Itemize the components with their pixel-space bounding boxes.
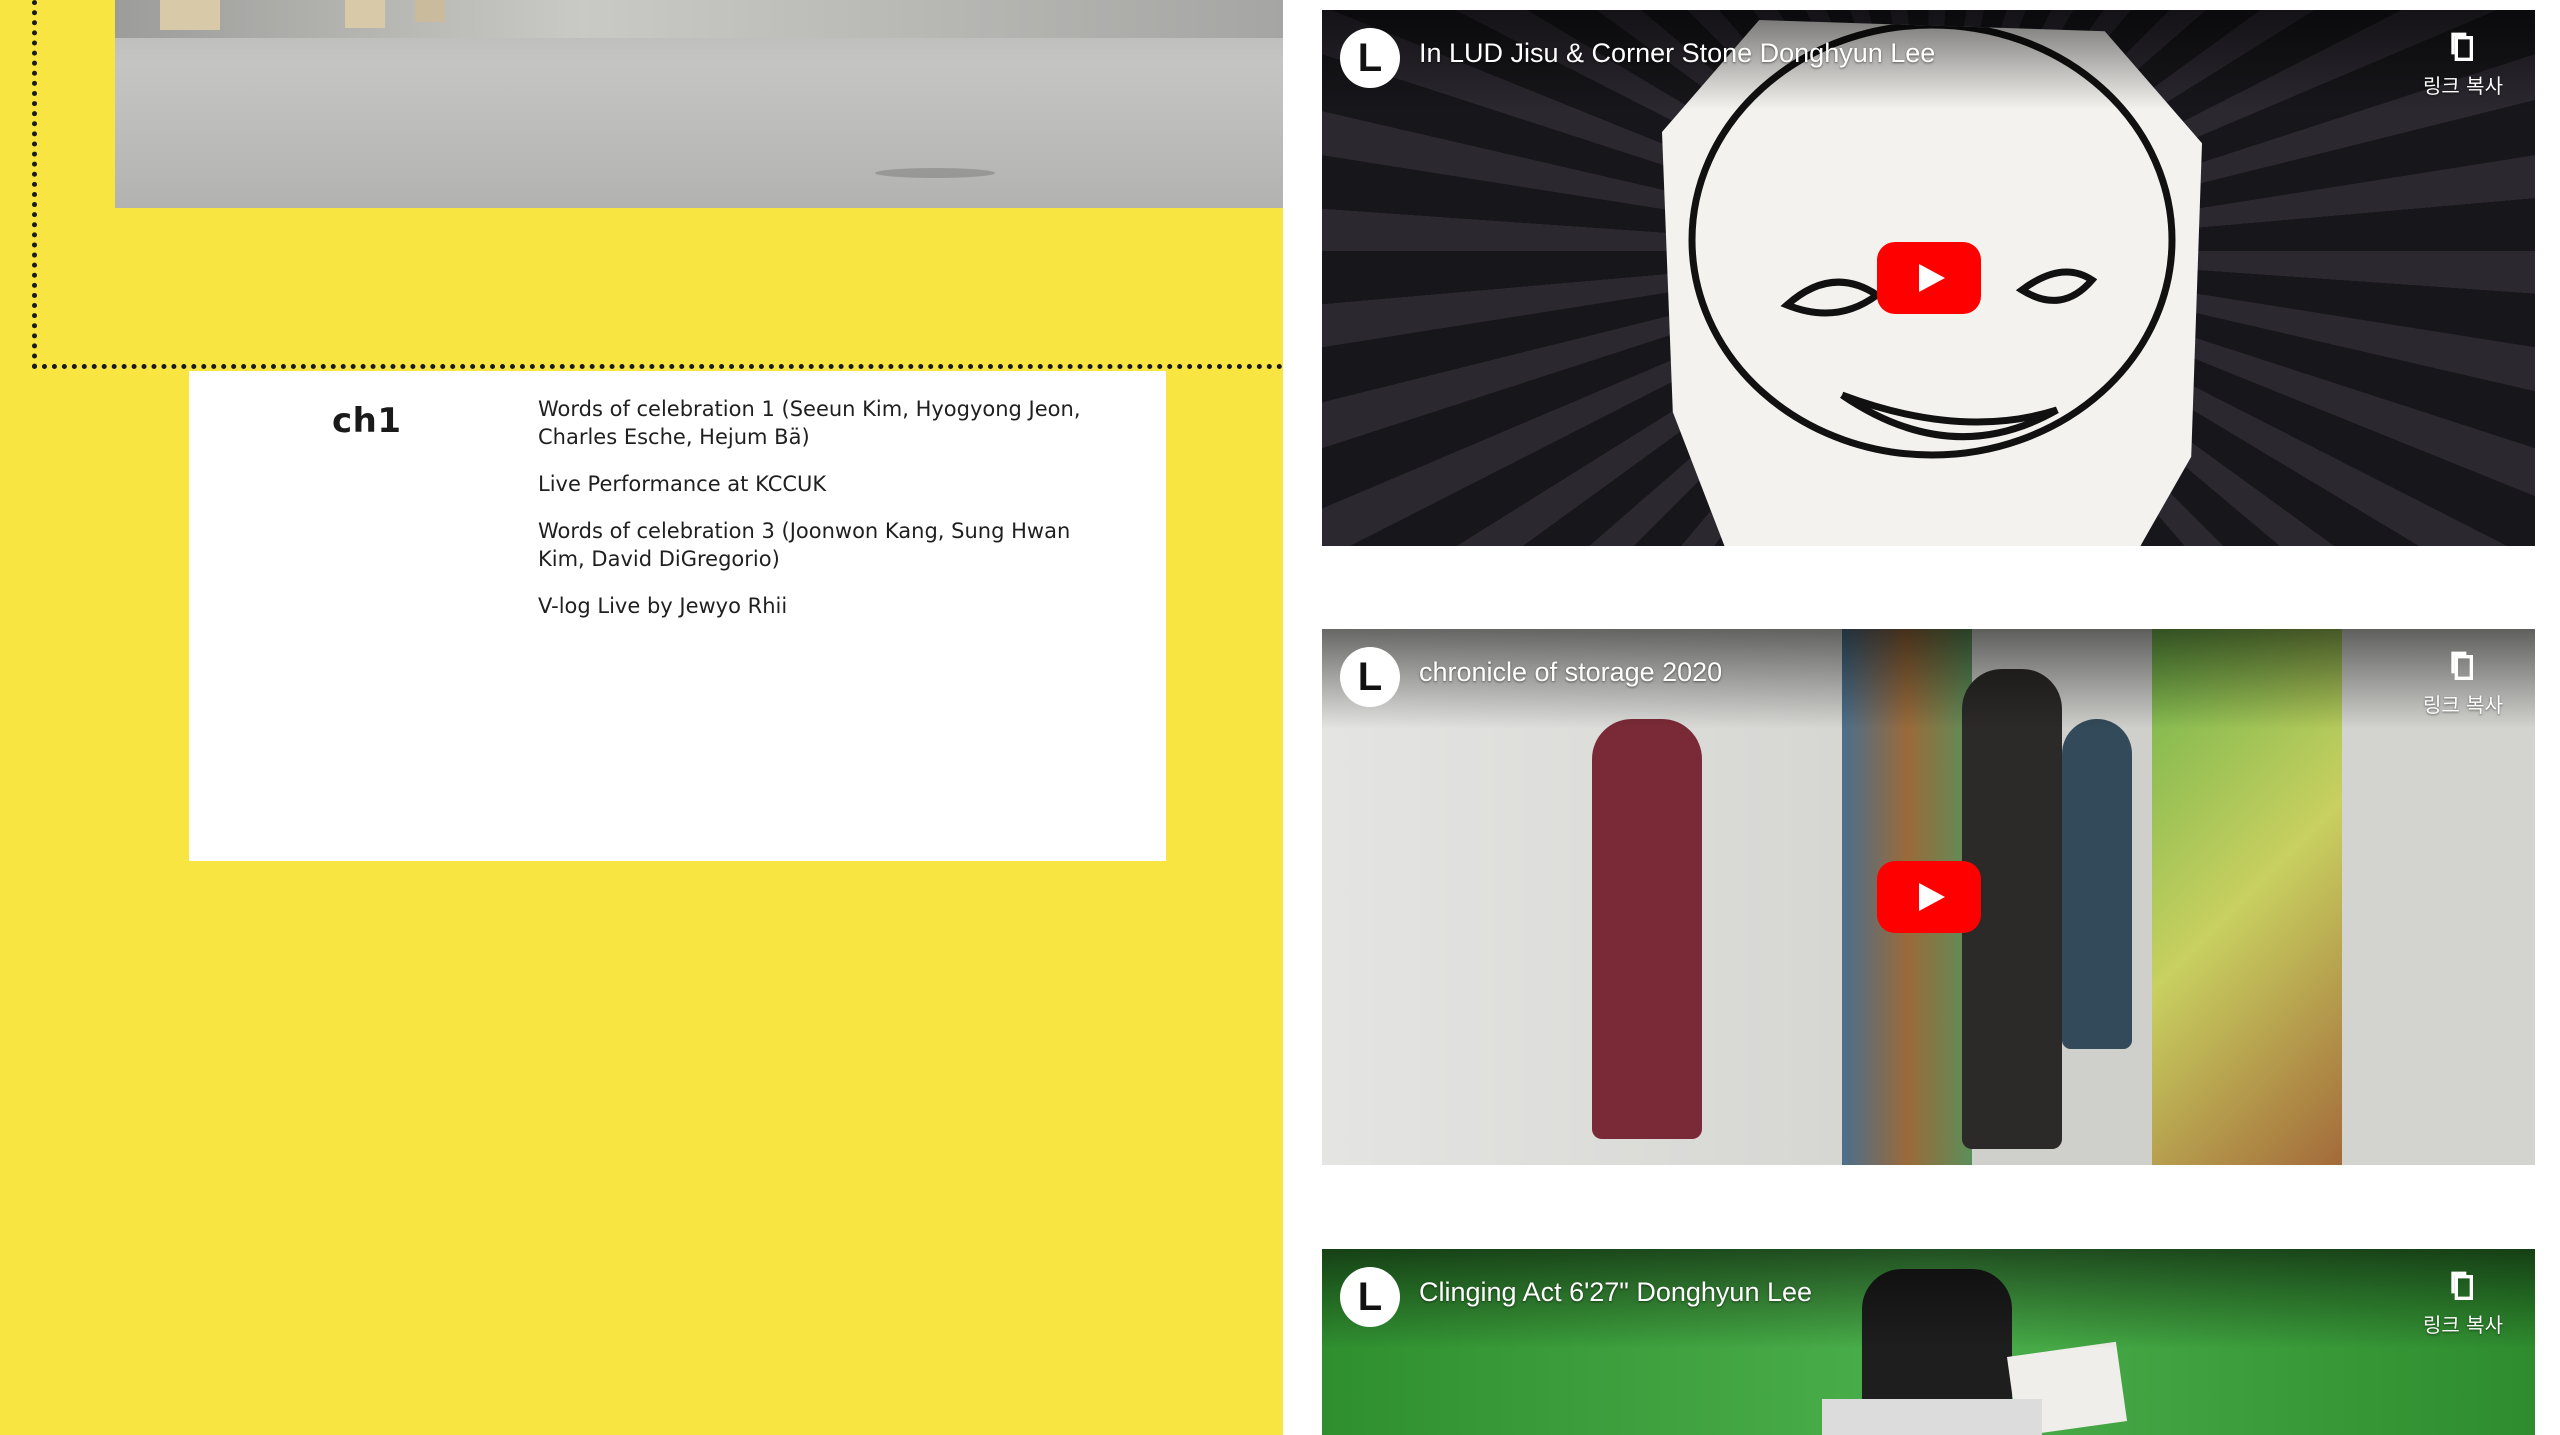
youtube-play-icon[interactable] xyxy=(1876,242,1981,314)
program-item: Live Performance at KCCUK xyxy=(538,472,827,496)
copy-link-icon xyxy=(2451,32,2473,61)
program-item: Words of celebration 1 (Seeun Kim, Hyogy… xyxy=(538,397,1081,449)
youtube-play-icon[interactable] xyxy=(1876,861,1981,933)
copy-link-button[interactable]: 링크 복사 xyxy=(2413,1265,2513,1338)
video-embed-2[interactable]: L chronicle of storage 2020 링크 복사 xyxy=(1322,629,2535,1165)
channel-avatar[interactable]: L xyxy=(1340,28,1400,88)
dotted-frame xyxy=(32,0,1283,369)
copy-link-label: 링크 복사 xyxy=(2423,1313,2503,1337)
copy-link-label: 링크 복사 xyxy=(2423,74,2503,98)
video-embed-1[interactable]: L In LUD Jisu & Corner Stone Donghyun Le… xyxy=(1322,10,2535,546)
copy-link-button[interactable]: 링크 복사 xyxy=(2413,645,2513,718)
video-title[interactable]: Clinging Act 6'27" Donghyun Lee xyxy=(1419,1277,1812,1308)
program-list: Words of celebration 1 (Seeun Kim, Hyogy… xyxy=(538,395,1123,639)
program-item: V-log Live by Jewyo Rhii xyxy=(538,594,788,618)
video-title[interactable]: In LUD Jisu & Corner Stone Donghyun Lee xyxy=(1419,38,1935,69)
channel-label: ch1 xyxy=(332,401,402,441)
left-panel: ch1 Words of celebration 1 (Seeun Kim, H… xyxy=(0,0,1283,1435)
channel-avatar[interactable]: L xyxy=(1340,647,1400,707)
video-title[interactable]: chronicle of storage 2020 xyxy=(1419,657,1722,688)
copy-link-button[interactable]: 링크 복사 xyxy=(2413,26,2513,99)
video-embed-3[interactable]: L Clinging Act 6'27" Donghyun Lee 링크 복사 xyxy=(1322,1249,2535,1435)
copy-link-icon xyxy=(2451,1271,2473,1300)
schedule-card: ch1 Words of celebration 1 (Seeun Kim, H… xyxy=(189,371,1166,861)
copy-link-label: 링크 복사 xyxy=(2423,693,2503,717)
program-item: Words of celebration 3 (Joonwon Kang, Su… xyxy=(538,519,1071,571)
channel-avatar[interactable]: L xyxy=(1340,1267,1400,1327)
copy-link-icon xyxy=(2451,651,2473,680)
